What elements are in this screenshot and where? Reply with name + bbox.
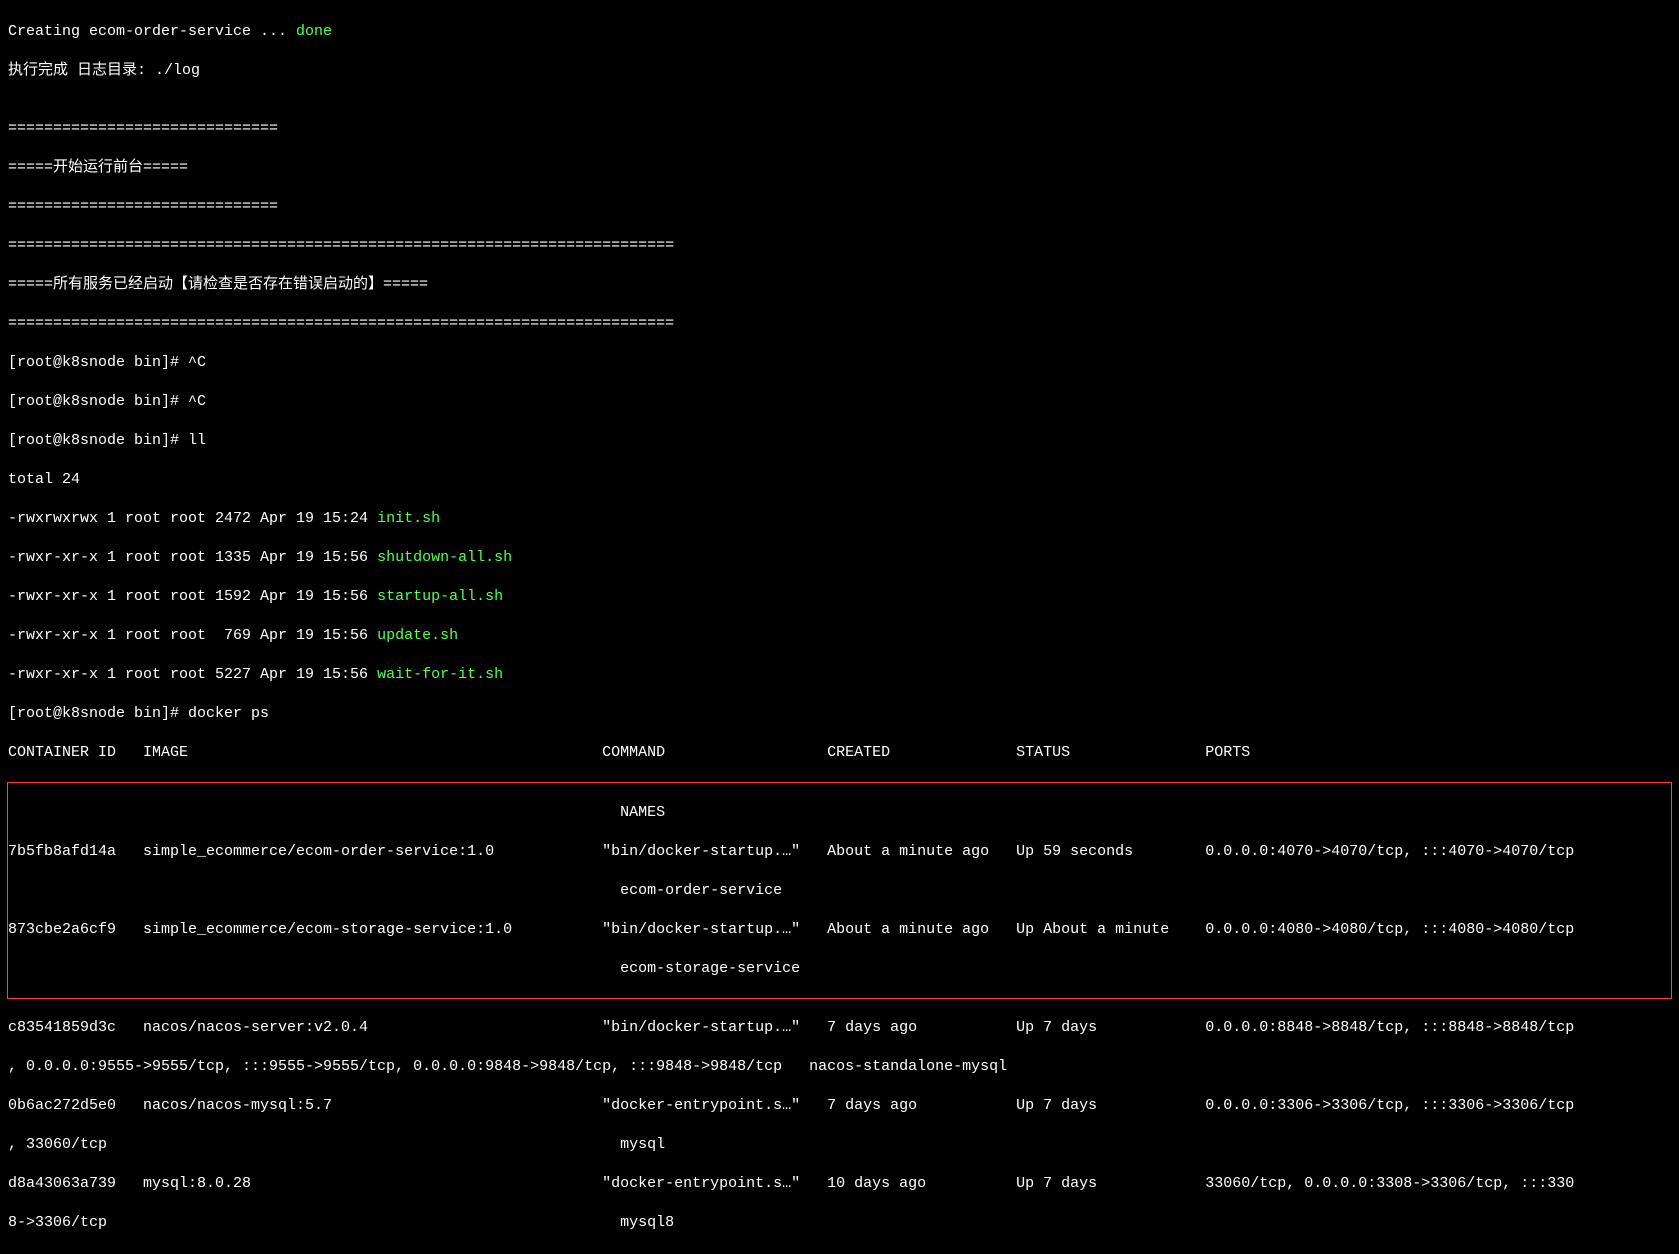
container-row-name: ecom-order-service xyxy=(8,881,1671,901)
ps-header: CONTAINER ID IMAGE COMMAND CREATED STATU… xyxy=(8,743,1671,763)
ls-meta: -rwxrwxrwx 1 root root 2472 Apr 19 15:24 xyxy=(8,510,377,527)
terminal-line: [root@k8snode bin]# ^C xyxy=(8,392,1671,412)
container-row-wrap: , 0.0.0.0:9555->9555/tcp, :::9555->9555/… xyxy=(8,1057,1671,1077)
ls-meta: -rwxr-xr-x 1 root root 1592 Apr 19 15:56 xyxy=(8,588,377,605)
highlight-box: NAMES 7b5fb8afd14a simple_ecommerce/ecom… xyxy=(7,782,1672,999)
terminal-line: -rwxr-xr-x 1 root root 5227 Apr 19 15:56… xyxy=(8,665,1671,685)
container-row-wrap: 8->3306/tcp mysql8 xyxy=(8,1213,1671,1233)
terminal-output[interactable]: Creating ecom-order-service ... done 执行完… xyxy=(0,0,1679,1254)
terminal-line: =====所有服务已经启动【请检查是否存在错误启动的】===== xyxy=(8,275,1671,295)
terminal-line: Creating ecom-order-service ... done xyxy=(8,22,1671,42)
file-name: wait-for-it.sh xyxy=(377,666,503,683)
terminal-line: -rwxr-xr-x 1 root root 769 Apr 19 15:56 … xyxy=(8,626,1671,646)
file-name: update.sh xyxy=(377,627,458,644)
ls-meta: -rwxr-xr-x 1 root root 5227 Apr 19 15:56 xyxy=(8,666,377,683)
ls-meta: -rwxr-xr-x 1 root root 1335 Apr 19 15:56 xyxy=(8,549,377,566)
terminal-line: -rwxr-xr-x 1 root root 1335 Apr 19 15:56… xyxy=(8,548,1671,568)
terminal-line: =====开始运行前台===== xyxy=(8,158,1671,178)
status-done: done xyxy=(296,23,332,40)
terminal-line: 执行完成 日志目录: ./log xyxy=(8,61,1671,81)
terminal-line: ============================== xyxy=(8,197,1671,217)
terminal-line: [root@k8snode bin]# ll xyxy=(8,431,1671,451)
ls-meta: -rwxr-xr-x 1 root root 769 Apr 19 15:56 xyxy=(8,627,377,644)
terminal-line: total 24 xyxy=(8,470,1671,490)
container-row-wrap: , 33060/tcp mysql xyxy=(8,1135,1671,1155)
file-name: startup-all.sh xyxy=(377,588,503,605)
terminal-line: [root@k8snode bin]# ^C xyxy=(8,353,1671,373)
ps-header-names: NAMES xyxy=(8,803,1671,823)
container-row-name: ecom-storage-service xyxy=(8,959,1671,979)
terminal-line: ============================== xyxy=(8,119,1671,139)
terminal-line: ========================================… xyxy=(8,314,1671,334)
file-name: shutdown-all.sh xyxy=(377,549,512,566)
terminal-line: [root@k8snode bin]# docker ps xyxy=(8,704,1671,724)
text: Creating ecom-order-service ... xyxy=(8,23,296,40)
container-row: 0b6ac272d5e0 nacos/nacos-mysql:5.7 "dock… xyxy=(8,1096,1671,1116)
container-row: 873cbe2a6cf9 simple_ecommerce/ecom-stora… xyxy=(8,920,1671,940)
container-row: c83541859d3c nacos/nacos-server:v2.0.4 "… xyxy=(8,1018,1671,1038)
terminal-line: -rwxr-xr-x 1 root root 1592 Apr 19 15:56… xyxy=(8,587,1671,607)
terminal-line: -rwxrwxrwx 1 root root 2472 Apr 19 15:24… xyxy=(8,509,1671,529)
container-row: d8a43063a739 mysql:8.0.28 "docker-entryp… xyxy=(8,1174,1671,1194)
container-row: 7b5fb8afd14a simple_ecommerce/ecom-order… xyxy=(8,842,1671,862)
file-name: init.sh xyxy=(377,510,440,527)
terminal-line: ========================================… xyxy=(8,236,1671,256)
